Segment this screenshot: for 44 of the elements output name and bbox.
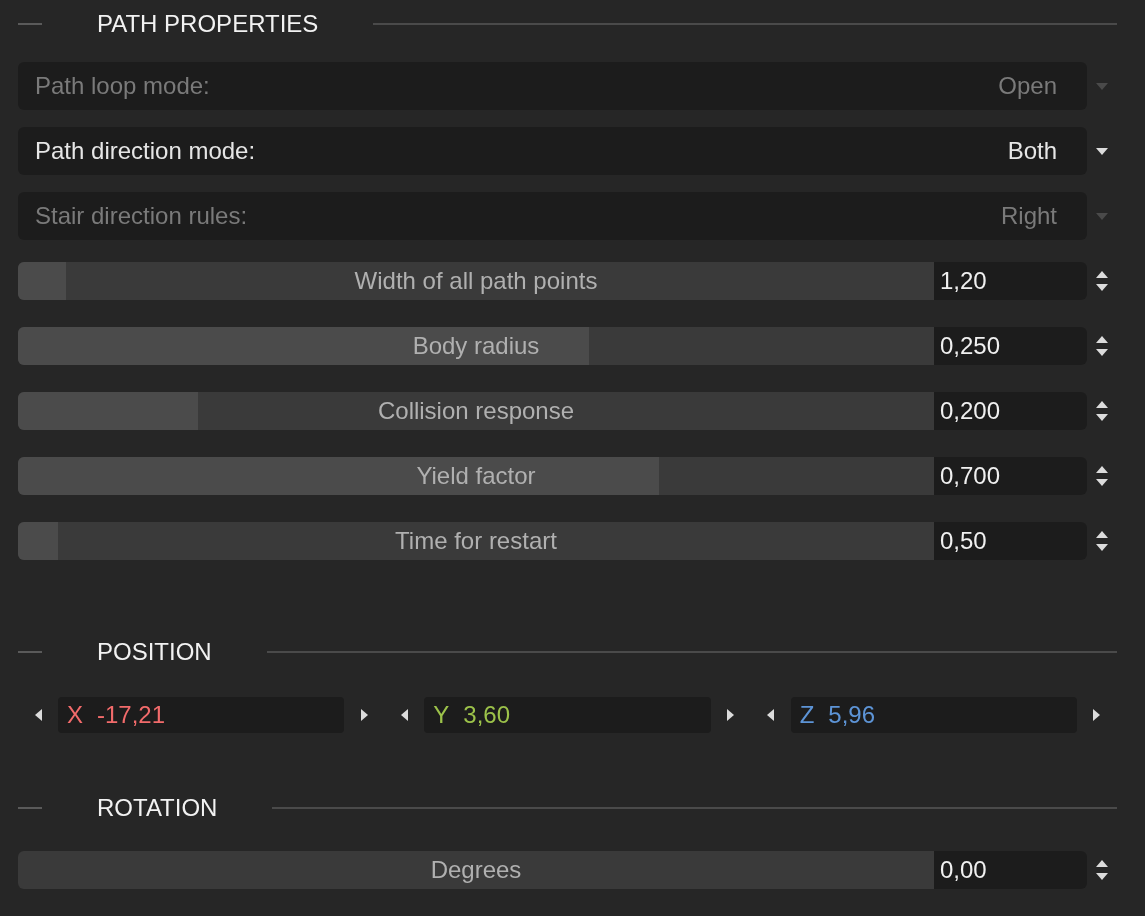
coordinate-field[interactable]: Y 3,60	[424, 697, 711, 733]
dropdown-value: Right	[1000, 202, 1057, 230]
slider-track[interactable]: Degrees	[18, 851, 934, 889]
value-field[interactable]: 0,200	[934, 392, 1087, 430]
section-title: PATH PROPERTIES	[97, 10, 319, 38]
left-arrow-icon[interactable]	[34, 709, 42, 721]
slider-track[interactable]: Collision response	[18, 392, 934, 430]
dropdown-value: Both	[1007, 137, 1057, 165]
value-field[interactable]: 0,700	[934, 457, 1087, 495]
slider-track[interactable]: Yield factor	[18, 457, 934, 495]
dropdown-label: Stair direction rules:	[35, 202, 248, 230]
dropdown-value: Open	[998, 72, 1057, 100]
right-arrow-icon[interactable]	[1093, 709, 1101, 721]
left-arrow-icon[interactable]	[767, 709, 775, 721]
slider-label: Width of all path points	[354, 267, 598, 295]
dropdown-label: Path loop mode:	[35, 72, 210, 100]
axis-label: X	[67, 701, 83, 729]
slider-label: Collision response	[377, 397, 575, 425]
slider-label: Time for restart	[395, 527, 557, 555]
slider-label: Yield factor	[416, 462, 536, 490]
coordinate-field[interactable]: Z 5,96	[790, 697, 1077, 733]
dropdown-field[interactable]: Path direction mode: Both	[18, 127, 1087, 175]
value-field[interactable]: 0,00	[934, 851, 1087, 889]
coordinate-value: 3,60	[463, 701, 511, 729]
section-title: ROTATION	[97, 794, 218, 822]
coordinate-value: 5,96	[828, 701, 876, 729]
slider-label: Body radius	[412, 332, 540, 360]
dropdown-label: Path direction mode:	[35, 137, 256, 165]
axis-label: Z	[799, 701, 815, 729]
coordinate-value: -17,21	[97, 701, 166, 729]
value-field[interactable]: 1,20	[934, 262, 1087, 300]
value-field[interactable]: 0,250	[934, 327, 1087, 365]
right-arrow-icon[interactable]	[360, 709, 368, 721]
slider-label: Degrees	[430, 856, 522, 884]
slider-track[interactable]: Time for restart	[18, 522, 934, 560]
left-arrow-icon[interactable]	[400, 709, 408, 721]
section-title: POSITION	[97, 638, 212, 666]
axis-label: Y	[433, 701, 450, 729]
coordinate-field[interactable]: X -17,21	[58, 697, 345, 733]
right-arrow-icon[interactable]	[727, 709, 735, 721]
caret-icon[interactable]	[1096, 147, 1108, 155]
slider-track[interactable]: Body radius	[18, 327, 934, 365]
value-field[interactable]: 0,50	[934, 522, 1087, 560]
slider-track[interactable]: Width of all path points	[18, 262, 934, 300]
